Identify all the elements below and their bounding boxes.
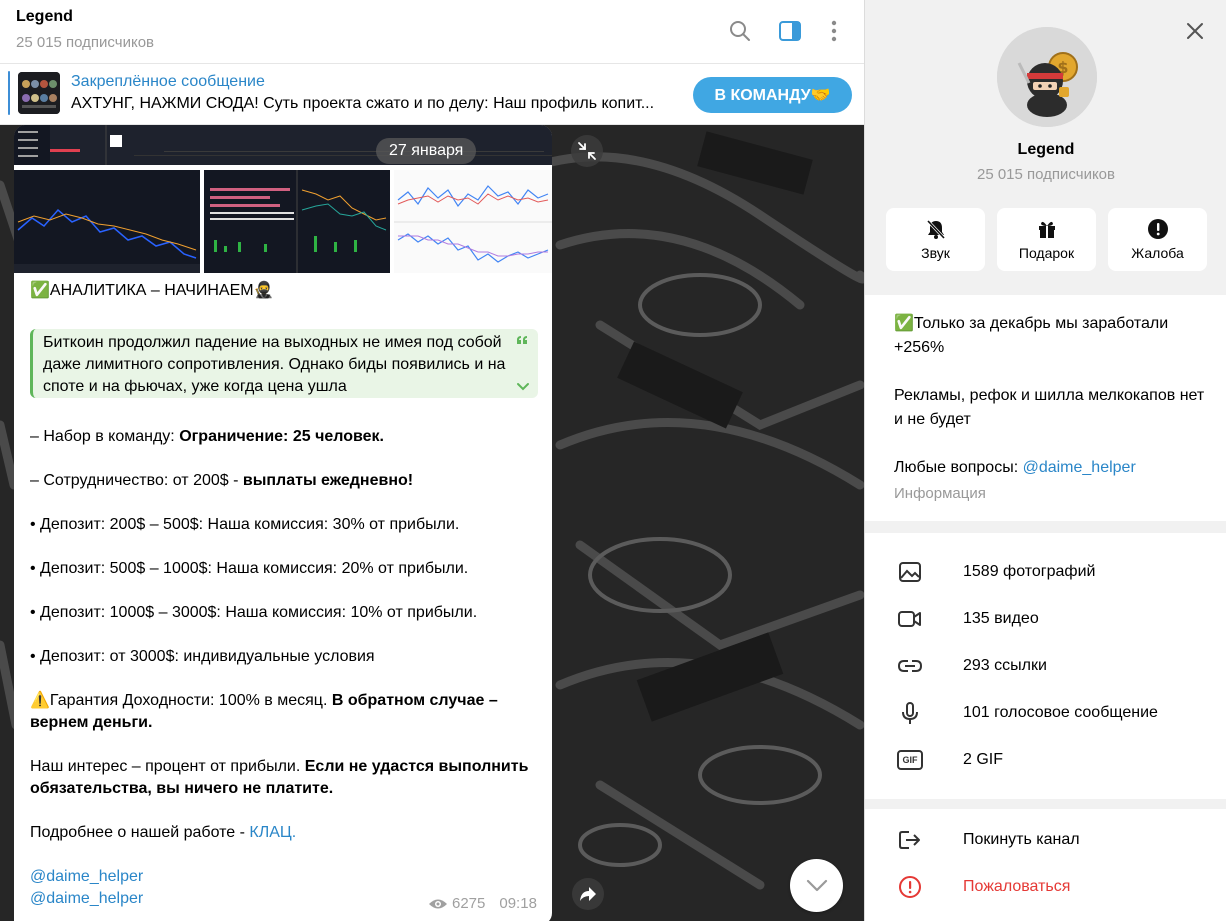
more-info-line: Подробнее о нашей работе - КЛАЦ.: [30, 824, 297, 841]
gif-badge: GIF: [897, 750, 923, 770]
deposit-line-2: • Депозит: 500$ – 1000$: Наша комиссия: …: [30, 560, 469, 577]
gifs-label: 2 GIF: [963, 751, 1004, 768]
mute-label: Звук: [921, 245, 950, 261]
cooperation-line: – Сотрудничество: от 200$ - выплаты ежед…: [30, 472, 414, 489]
channel-actions-list: Покинуть канал Пожаловаться: [865, 809, 1226, 921]
leave-icon: [899, 831, 920, 849]
message-meta: 6275 09:18: [428, 895, 537, 912]
expand-quote-icon[interactable]: [516, 382, 530, 392]
gif-icon: GIF: [897, 747, 923, 773]
leave-channel-label: Покинуть канал: [963, 831, 1080, 848]
helper-handle-link[interactable]: @daime_helper: [1023, 459, 1136, 476]
voice-label: 101 голосовое сообщение: [963, 704, 1158, 721]
channel-name: Legend: [1017, 141, 1075, 158]
deposit-line-4: • Депозит: от 3000$: индивидуальные усло…: [30, 648, 375, 665]
channel-info-panel: $ Legend 25 015 подписчиков Звук Подарок…: [864, 0, 1226, 921]
pinned-message-bar[interactable]: Закреплённое сообщение АХТУНГ, НАЖМИ СЮД…: [0, 64, 864, 125]
views-count: 6275: [452, 895, 486, 912]
date-separator: 27 января: [376, 138, 477, 164]
media-videos[interactable]: 135 видео: [865, 596, 1226, 643]
team-recruit-line: – Набор в команду: Ограничение: 25 челов…: [30, 428, 384, 445]
quote-mark-icon: [517, 336, 527, 344]
quote-block[interactable]: Биткоин продолжил падение на выходных не…: [30, 329, 538, 398]
description-line-2: Рекламы, рефок и шилла мелкокапов нет и …: [894, 387, 1205, 428]
forward-icon[interactable]: [572, 878, 604, 910]
gift-icon: [1038, 221, 1055, 238]
channel-description: ✅Только за декабрь мы заработали +256% Р…: [865, 295, 1226, 521]
more-options-icon[interactable]: [821, 18, 847, 44]
pinned-text: АХТУНГ, НАЖМИ СЮДА! Суть проекта сжато и…: [71, 95, 655, 112]
channel-avatar[interactable]: $: [997, 27, 1097, 127]
chart-image-3[interactable]: [394, 170, 552, 273]
close-icon[interactable]: [1183, 19, 1207, 43]
media-links[interactable]: 293 ссылки: [865, 643, 1226, 690]
more-info-link[interactable]: КЛАЦ.: [249, 824, 296, 841]
video-icon: [898, 611, 921, 627]
alert-icon: [1147, 219, 1168, 239]
mute-button[interactable]: Звук: [886, 208, 985, 271]
deposit-line-1: • Депозит: 200$ – 500$: Наша комиссия: 3…: [30, 516, 460, 533]
quote-text: Биткоин продолжил падение на выходных не…: [43, 334, 506, 395]
links-label: 293 ссылки: [963, 657, 1047, 674]
handle-link-1[interactable]: @daime_helper: [30, 866, 143, 888]
bell-off-icon: [926, 219, 945, 240]
chart-image-2[interactable]: [204, 170, 390, 273]
photos-label: 1589 фотографий: [963, 563, 1096, 580]
description-line-1: ✅Только за декабрь мы заработали +256%: [894, 315, 1169, 356]
guarantee-paragraph: ⚠️Гарантия Доходности: 100% в месяц. В о…: [30, 692, 498, 731]
gift-label: Подарок: [1018, 245, 1075, 261]
report-button[interactable]: Жалоба: [1108, 208, 1207, 271]
search-icon[interactable]: [727, 18, 753, 44]
scroll-down-button[interactable]: [790, 859, 843, 912]
chat-title[interactable]: Legend: [16, 8, 73, 26]
gift-button[interactable]: Подарок: [997, 208, 1096, 271]
join-team-button[interactable]: В КОМАНДУ🤝: [693, 77, 852, 113]
link-icon: [897, 660, 923, 672]
report-channel-label: Пожаловаться: [963, 878, 1071, 895]
videos-label: 135 видео: [963, 610, 1039, 627]
handle-link-2[interactable]: @daime_helper: [30, 888, 143, 910]
chat-area: Legend 25 015 подписчиков Закреплённое с…: [0, 0, 864, 921]
shared-media-list: 1589 фотографий 135 видео 293 ссылки 101…: [865, 533, 1226, 799]
collapse-media-icon[interactable]: [571, 135, 603, 167]
pinned-title: Закреплённое сообщение: [71, 73, 265, 90]
message-heading: ✅АНАЛИТИКА – НАЧИНАЕМ🥷: [30, 282, 274, 299]
message-bubble[interactable]: ✅АНАЛИТИКА – НАЧИНАЕМ🥷 Биткоин продолжил…: [14, 125, 552, 921]
chevron-down-icon: [806, 879, 827, 891]
media-voice[interactable]: 101 голосовое сообщение: [865, 690, 1226, 737]
pinned-indicator: [8, 71, 10, 115]
info-hint: Информация: [894, 485, 986, 502]
views-eye-icon: [429, 899, 447, 908]
interest-paragraph: Наш интерес – процент от прибыли. Если н…: [30, 758, 529, 797]
leave-channel-button[interactable]: Покинуть канал: [865, 817, 1226, 864]
media-photos[interactable]: 1589 фотографий: [865, 549, 1226, 596]
media-gifs[interactable]: GIF 2 GIF: [865, 737, 1226, 784]
deposit-line-3: • Депозит: 1000$ – 3000$: Наша комиссия:…: [30, 604, 478, 621]
channel-subscriber-count: 25 015 подписчиков: [976, 166, 1115, 183]
report-channel-button[interactable]: Пожаловаться: [865, 864, 1226, 911]
photo-icon: [899, 562, 921, 582]
message-time: 09:18: [499, 895, 537, 912]
chat-header: Legend 25 015 подписчиков: [0, 0, 864, 64]
pinned-thumbnail: [18, 72, 60, 114]
warning-circle-icon: [899, 876, 921, 898]
microphone-icon: [902, 702, 918, 724]
chat-subscriber-count: 25 015 подписчиков: [16, 34, 155, 51]
questions-line: Любые вопросы: @daime_helper: [894, 459, 1136, 476]
sidebar-toggle-icon[interactable]: [777, 18, 803, 44]
report-label: Жалоба: [1131, 245, 1184, 261]
chart-image-1[interactable]: [14, 170, 200, 273]
